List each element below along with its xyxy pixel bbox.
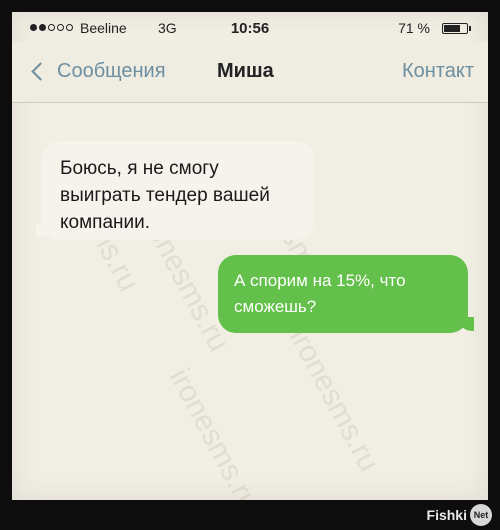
watermark: ironesms.ru bbox=[282, 323, 386, 477]
battery-icon bbox=[442, 23, 471, 34]
battery-fill bbox=[444, 25, 460, 32]
navigation-bar: Сообщения Миша Контакт bbox=[12, 42, 488, 103]
badge-net-icon: Net bbox=[470, 504, 492, 526]
outgoing-message-text: А спорим на 15%, что сможешь? bbox=[234, 271, 406, 316]
status-bar: Beeline 3G 10:56 71 % bbox=[12, 12, 488, 42]
incoming-message-text: Боюсь, я не смогу выиграть тендер вашей … bbox=[60, 158, 270, 233]
site-badge: Fishki Net bbox=[427, 504, 492, 526]
phone-screen: Beeline 3G 10:56 71 % Сообщения Миша Кон… bbox=[12, 12, 488, 500]
contact-button[interactable]: Контакт bbox=[402, 60, 474, 83]
badge-brand: Fishki bbox=[426, 507, 467, 523]
watermark: ironesms.ru bbox=[162, 363, 266, 500]
battery-percent: 71 % bbox=[398, 20, 430, 36]
message-thread[interactable]: ironesms.ru ironesms.ru ironesms.ru iron… bbox=[12, 103, 488, 500]
outgoing-message-bubble[interactable]: А спорим на 15%, что сможешь? bbox=[218, 255, 474, 333]
conversation-title: Миша bbox=[217, 60, 274, 82]
back-button[interactable]: Сообщения bbox=[28, 60, 166, 83]
chevron-left-icon bbox=[31, 62, 50, 81]
back-button-label: Сообщения bbox=[57, 60, 166, 82]
incoming-message-bubble[interactable]: Боюсь, я не смогу выиграть тендер вашей … bbox=[36, 141, 314, 240]
image-frame: Beeline 3G 10:56 71 % Сообщения Миша Кон… bbox=[0, 0, 500, 530]
